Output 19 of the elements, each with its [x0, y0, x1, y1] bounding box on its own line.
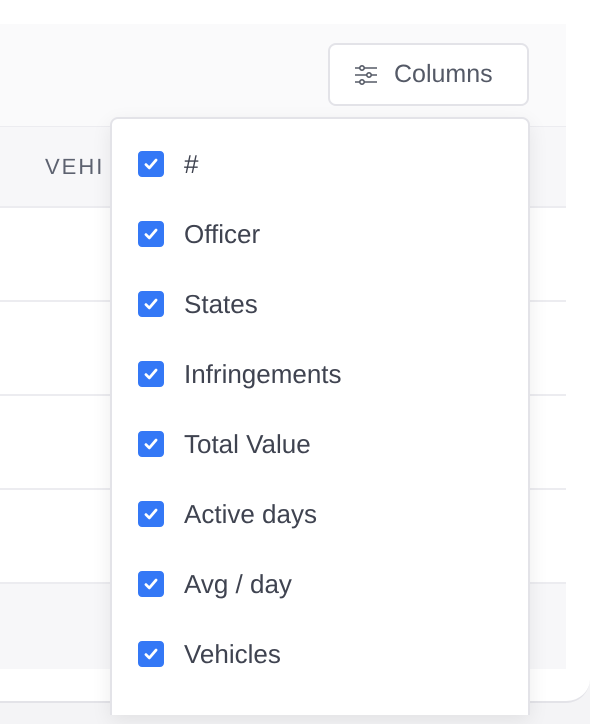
column-toggle[interactable]: Vehicles: [112, 619, 528, 689]
checkbox[interactable]: [138, 151, 164, 177]
column-toggle[interactable]: Avg / day: [112, 549, 528, 619]
column-toggle[interactable]: Officer: [112, 199, 528, 269]
checkbox[interactable]: [138, 501, 164, 527]
checkbox[interactable]: [138, 221, 164, 247]
checkbox[interactable]: [138, 571, 164, 597]
columns-button[interactable]: Columns: [328, 43, 529, 106]
sliders-icon: [354, 64, 378, 84]
column-toggle[interactable]: Total Value: [112, 409, 528, 479]
checkbox[interactable]: [138, 641, 164, 667]
column-toggle[interactable]: Active days: [112, 479, 528, 549]
checkbox[interactable]: [138, 361, 164, 387]
column-header: VEHI: [45, 154, 104, 180]
column-toggle[interactable]: Infringements: [112, 339, 528, 409]
checkbox[interactable]: [138, 431, 164, 457]
column-toggle[interactable]: #: [112, 129, 528, 199]
checkbox[interactable]: [138, 291, 164, 317]
column-toggle[interactable]: States: [112, 269, 528, 339]
